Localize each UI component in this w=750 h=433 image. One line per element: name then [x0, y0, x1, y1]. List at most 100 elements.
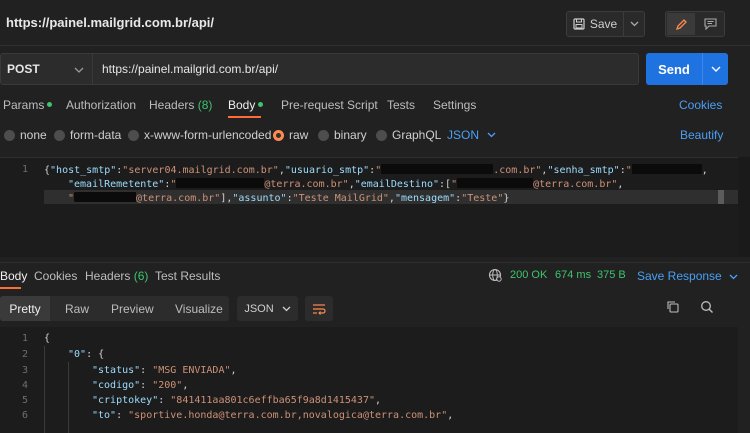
- cursor-marker: [718, 190, 724, 204]
- radio-raw[interactable]: raw: [273, 128, 308, 142]
- tab-headers-label: Headers: [149, 98, 195, 112]
- active-tab-indicator: [228, 116, 261, 118]
- radio-form-data[interactable]: form-data: [54, 128, 121, 142]
- line-number: 6: [21, 410, 28, 421]
- save-button-group: Save: [566, 11, 645, 37]
- indent-guide: [44, 346, 45, 433]
- headers-count: (8): [197, 98, 213, 112]
- save-label: Save: [589, 17, 618, 31]
- beautify-link[interactable]: Beautify: [680, 128, 723, 142]
- redacted-text: [631, 164, 702, 174]
- view-preview-button[interactable]: Preview: [111, 296, 154, 321]
- radio-none[interactable]: none: [4, 128, 47, 142]
- raw-format-select[interactable]: JSON: [447, 128, 496, 142]
- save-response-label: Save Response: [637, 269, 722, 283]
- response-status[interactable]: 200 OK: [510, 269, 547, 281]
- response-size[interactable]: 375 B: [597, 269, 626, 281]
- tab-authorization[interactable]: Authorization: [66, 98, 136, 112]
- cookies-link[interactable]: Cookies: [679, 98, 722, 112]
- radio-urlencoded-label: x-www-form-urlencoded: [144, 128, 272, 142]
- redacted-text: [176, 178, 265, 188]
- redacted-text: [457, 178, 534, 188]
- response-format-label: JSON: [244, 302, 274, 315]
- redacted-text: [381, 164, 494, 174]
- line-number: 3: [21, 365, 28, 376]
- url-input[interactable]: https://painel.mailgrid.com.br/api/: [93, 53, 639, 85]
- code-line: {: [44, 333, 51, 344]
- radio-circle: [128, 129, 139, 141]
- line-number: 5: [21, 395, 28, 406]
- comments-button[interactable]: [696, 13, 724, 35]
- request-title[interactable]: https://painel.mailgrid.com.br/api/: [6, 15, 214, 30]
- chevron-down-icon: [729, 274, 738, 280]
- code-line: "emailRemetente":" @terra.com.br","emailD…: [68, 178, 624, 190]
- radio-circle: [54, 129, 65, 141]
- body-indicator-dot: [258, 102, 264, 107]
- search-icon[interactable]: [700, 300, 714, 317]
- edit-button[interactable]: [667, 13, 695, 35]
- radio-circle: [376, 129, 387, 141]
- response-tab-headers-label: Headers: [85, 269, 131, 283]
- raw-format-label: JSON: [447, 128, 480, 142]
- save-response-button[interactable]: Save Response: [637, 269, 738, 283]
- radio-raw-label: raw: [289, 128, 309, 142]
- active-response-tab-indicator: [0, 287, 21, 289]
- code-line: "criptokey": "841411aa801c6effba65f9a8d1…: [92, 395, 382, 406]
- line-number: 2: [21, 349, 28, 360]
- chevron-down-icon: [487, 132, 496, 138]
- tab-prerequest-script[interactable]: Pre-request Script: [281, 98, 378, 112]
- view-pretty-button[interactable]: Pretty: [0, 296, 50, 321]
- save-button[interactable]: Save: [567, 12, 623, 36]
- line-number: 1: [21, 164, 28, 175]
- code-line: "0": {: [68, 349, 105, 360]
- wrap-lines-icon: [313, 303, 326, 315]
- radio-binary[interactable]: binary: [318, 128, 367, 142]
- view-visualize-button[interactable]: Visualize: [175, 296, 223, 321]
- send-button-group: Send: [646, 53, 728, 85]
- chevron-down-icon: [282, 306, 291, 311]
- view-toggle-group: [665, 11, 725, 37]
- tab-body[interactable]: Body: [228, 98, 264, 112]
- tab-headers[interactable]: Headers (8): [149, 98, 212, 112]
- response-tab-cookies[interactable]: Cookies: [34, 269, 77, 283]
- tab-tests[interactable]: Tests: [387, 98, 415, 112]
- chevron-down-icon: [74, 62, 84, 76]
- response-time[interactable]: 674 ms: [555, 269, 591, 281]
- line-number: 1: [21, 333, 28, 344]
- response-format-select[interactable]: JSON: [237, 296, 298, 321]
- save-options-button[interactable]: [623, 12, 645, 36]
- tab-settings[interactable]: Settings: [433, 98, 476, 112]
- radio-binary-label: binary: [334, 128, 367, 142]
- radio-circle-selected: [273, 129, 284, 141]
- indent-guide: [68, 362, 69, 433]
- radio-circle: [4, 129, 15, 141]
- pencil-icon: [675, 18, 687, 30]
- radio-form-data-label: form-data: [70, 128, 122, 142]
- send-button[interactable]: Send: [646, 53, 702, 85]
- editor-scrollbar[interactable]: [738, 157, 750, 257]
- response-tab-headers[interactable]: Headers (6): [85, 269, 148, 283]
- code-line: "to": "sportive.honda@terra.com.br,noval…: [92, 410, 454, 421]
- line-number: 4: [21, 380, 28, 391]
- radio-graphql[interactable]: GraphQL: [376, 128, 441, 142]
- network-globe-icon[interactable]: [488, 268, 502, 285]
- response-tab-test-results[interactable]: Test Results: [155, 269, 220, 283]
- radio-urlencoded[interactable]: x-www-form-urlencoded: [128, 128, 271, 142]
- method-label: POST: [7, 62, 40, 76]
- code-line: "codigo": "200",: [92, 380, 189, 391]
- send-options-button[interactable]: [702, 53, 728, 85]
- radio-circle: [318, 129, 329, 141]
- radio-none-label: none: [20, 128, 47, 142]
- tab-params-label: Params: [3, 98, 45, 112]
- code-line: " @terra.com.br"],"assunto":"Teste MailGr…: [68, 192, 510, 204]
- wrap-lines-button[interactable]: [305, 296, 333, 321]
- radio-graphql-label: GraphQL: [392, 128, 442, 142]
- response-tab-body[interactable]: Body: [0, 269, 27, 283]
- comment-icon: [703, 18, 717, 30]
- redacted-text: [74, 192, 137, 202]
- view-raw-button[interactable]: Raw: [65, 296, 89, 321]
- code-line: "status": "MSG ENVIADA",: [92, 365, 237, 376]
- copy-icon[interactable]: [666, 300, 680, 317]
- chevron-down-icon: [711, 66, 720, 72]
- tab-params[interactable]: Params: [3, 98, 53, 112]
